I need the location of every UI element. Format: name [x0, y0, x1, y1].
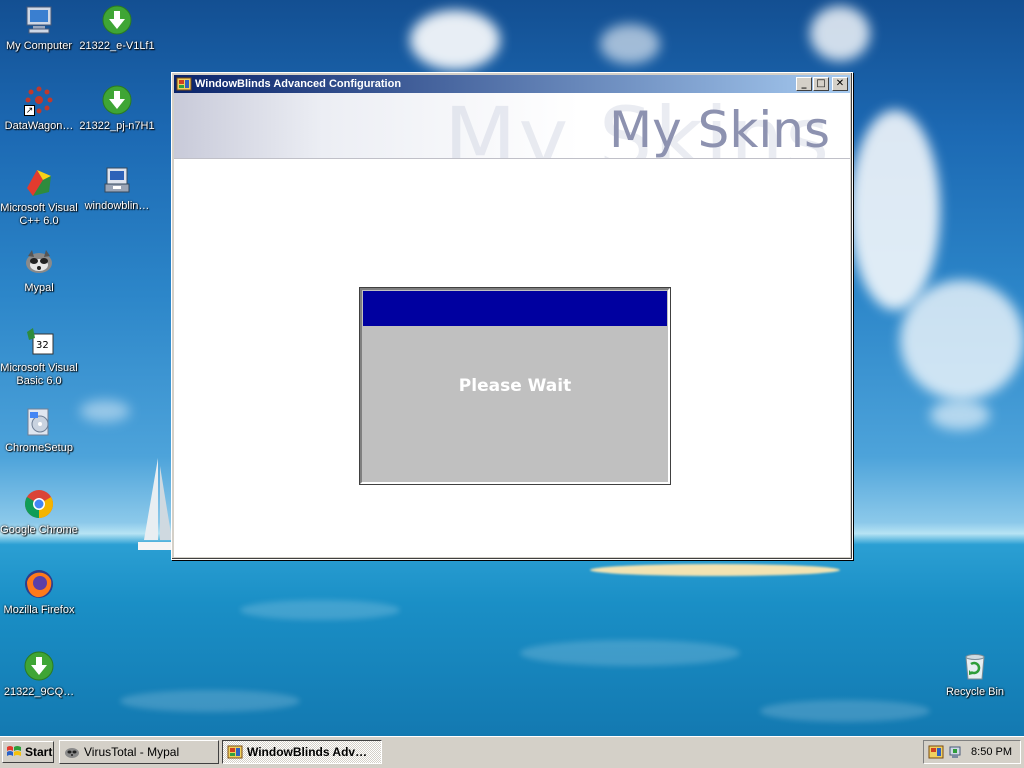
minimize-icon: _ [801, 78, 807, 89]
wallpaper-cloud [930, 400, 990, 430]
desktop-icon-label: Microsoft Visual C++ 6.0 [0, 202, 78, 227]
chrome-icon [25, 490, 53, 518]
taskbar-item-label: VirusTotal - Mypal [84, 745, 180, 759]
desktop-icon-label: Mypal [24, 282, 54, 294]
page-banner: My Skins My Skins [174, 93, 850, 159]
taskbar-item-label: WindowBlinds Adv… [247, 745, 368, 759]
desktop-icon-windowblinds-installer[interactable]: windowblin… [78, 164, 156, 213]
minimize-button[interactable]: _ [796, 77, 812, 91]
start-label: Start [25, 745, 53, 759]
desktop-icon-21322-9cq[interactable]: 21322_9CQ… [0, 650, 78, 699]
download-file-icon [102, 5, 132, 35]
wallpaper-cloud [850, 110, 940, 310]
chrome-setup-icon [27, 408, 49, 436]
wait-dialog-header-bar [363, 291, 667, 326]
windowblinds-app-icon [227, 745, 243, 759]
windowblinds-config-window: WindowBlinds Advanced Configuration _ □ … [171, 72, 853, 560]
please-wait-dialog: Please Wait [360, 288, 670, 484]
close-icon: ✕ [835, 78, 845, 89]
mypal-raccoon-icon [65, 748, 79, 758]
window-content: Please Wait [174, 159, 850, 557]
firefox-icon [25, 570, 53, 598]
window-title: WindowBlinds Advanced Configuration [195, 78, 402, 90]
desktop-icon-visual-basic[interactable]: 32 Microsoft Visual Basic 6.0 [0, 326, 78, 388]
desktop-icon-label: Mozilla Firefox [3, 604, 75, 616]
wallpaper-cloud [810, 6, 870, 61]
desktop-icon-label: windowblin… [84, 200, 150, 212]
taskbar-item-mypal[interactable]: VirusTotal - Mypal [59, 740, 219, 764]
installer-icon [104, 167, 130, 193]
desktop-icon-label: 21322_9CQ… [3, 686, 75, 698]
desktop-icon-mozilla-firefox[interactable]: Mozilla Firefox [0, 568, 78, 617]
taskbar-item-windowblinds[interactable]: WindowBlinds Adv… [222, 740, 382, 764]
window-titlebar[interactable]: WindowBlinds Advanced Configuration _ □ … [174, 75, 850, 93]
network-tray-icon[interactable] [947, 744, 963, 760]
mypal-raccoon-icon [26, 250, 52, 273]
desktop-icon-chromesetup[interactable]: ChromeSetup [0, 406, 78, 455]
desktop-icon-label: DataWagon… [4, 120, 74, 132]
wallpaper-cloud [900, 280, 1024, 400]
maximize-icon: □ [816, 78, 826, 89]
wallpaper-cloud [600, 24, 660, 64]
maximize-button[interactable]: □ [813, 77, 829, 91]
desktop-icon-label: Microsoft Visual Basic 6.0 [0, 362, 78, 387]
svg-text:32: 32 [36, 340, 49, 351]
desktop-icon-label: 21322_e-V1Lf1 [79, 40, 155, 52]
desktop-icon-21322-e[interactable]: 21322_e-V1Lf1 [78, 4, 156, 53]
desktop-icon-recycle-bin[interactable]: Recycle Bin [936, 650, 1014, 699]
wallpaper-cloud [80, 400, 130, 422]
shortcut-arrow-icon: ↗ [24, 105, 35, 116]
visual-basic-icon: 32 [27, 328, 54, 355]
download-file-icon [24, 651, 54, 681]
taskbar: Start VirusTotal - Mypal WindowBlinds Ad… [0, 736, 1024, 768]
wallpaper-glint [760, 700, 930, 722]
start-button[interactable]: Start [2, 741, 54, 763]
wallpaper-glint [240, 600, 400, 620]
desktop-icon-label: Recycle Bin [945, 686, 1005, 698]
desktop-icon-21322-pj[interactable]: 21322_pj-n7H1 [78, 84, 156, 133]
wallpaper-cloud [410, 10, 500, 70]
desktop-icon-label: Google Chrome [0, 524, 78, 536]
windowblinds-tray-icon[interactable] [928, 744, 944, 760]
wait-message: Please Wait [458, 376, 572, 396]
close-button[interactable]: ✕ [832, 77, 848, 91]
desktop-icon-datawagon[interactable]: ↗ DataWagon… [0, 84, 78, 133]
download-file-icon [102, 85, 132, 115]
page-title: My Skins [609, 101, 830, 159]
wallpaper-sailboat [138, 458, 174, 550]
recycle-bin-icon [965, 654, 985, 680]
wallpaper-glint [120, 690, 300, 712]
desktop-icon-visual-cpp[interactable]: Microsoft Visual C++ 6.0 [0, 166, 78, 228]
wallpaper-island [590, 564, 840, 576]
desktop-icon-my-computer[interactable]: My Computer [0, 4, 78, 53]
desktop-icon-mypal[interactable]: Mypal [0, 246, 78, 295]
windows-logo-icon [7, 746, 21, 756]
desktop-icon-label: My Computer [5, 40, 73, 52]
visual-cpp-icon [27, 170, 51, 196]
system-tray: 8:50 PM [923, 740, 1021, 764]
my-computer-icon [26, 6, 52, 34]
taskbar-clock: 8:50 PM [971, 746, 1012, 758]
wallpaper-glint [520, 640, 740, 666]
desktop-icon-label: 21322_pj-n7H1 [79, 120, 155, 132]
desktop-icon-label: ChromeSetup [5, 442, 73, 454]
desktop-icon-google-chrome[interactable]: Google Chrome [0, 488, 78, 537]
windowblinds-app-icon [176, 77, 192, 91]
